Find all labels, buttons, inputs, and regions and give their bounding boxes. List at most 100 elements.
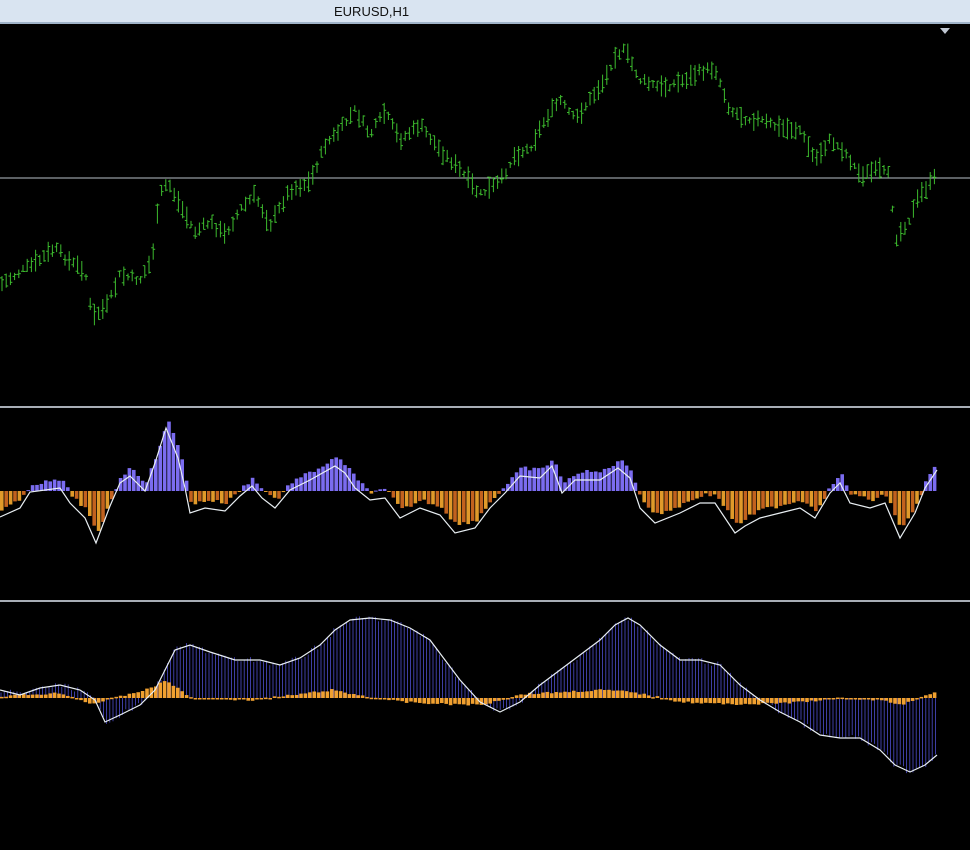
- indicator-1-histogram-bar: [576, 473, 580, 491]
- indicator-2-orange-bar: [541, 692, 545, 698]
- price-bar: [331, 127, 336, 142]
- indicator-2-orange-bar: [616, 690, 620, 698]
- indicator-2-orange-bar: [8, 695, 13, 698]
- indicator-1-histogram-bar: [677, 491, 682, 508]
- indicator-2-orange-bar: [347, 694, 352, 698]
- price-bar: [121, 266, 126, 286]
- price-bar: [403, 130, 408, 141]
- price-bar: [210, 214, 214, 230]
- price-bar: [508, 161, 513, 168]
- indicator-2-orange-bar: [352, 694, 356, 698]
- indicator-1-histogram-bar: [624, 465, 629, 491]
- indicator-2-orange-bar: [162, 681, 167, 698]
- indicator-2-orange-bar: [620, 690, 624, 698]
- indicator-2-orange-bar: [809, 698, 814, 701]
- indicator-2-orange-bar: [356, 695, 360, 698]
- indicator-1-histogram-bar: [492, 491, 497, 498]
- price-bar: [424, 126, 429, 138]
- price-bar: [760, 116, 765, 123]
- indicator-2-orange-bar: [827, 698, 831, 700]
- indicator-1-histogram-bar: [206, 491, 211, 501]
- indicator-2-orange-bar: [431, 698, 435, 704]
- indicator-2-orange-bar: [325, 691, 330, 698]
- price-bar: [772, 122, 777, 131]
- indicator-2-orange-bar: [435, 698, 440, 704]
- indicator-1-histogram-bar: [162, 431, 167, 491]
- indicator-2-orange-bar: [928, 694, 932, 698]
- indicator-2-orange-bar: [426, 698, 431, 705]
- price-bar: [176, 190, 181, 213]
- price-bar: [840, 142, 844, 162]
- indicator-1-histogram-bar: [338, 459, 343, 491]
- indicator-1-histogram-bar: [35, 484, 39, 491]
- indicator-2-orange-bar: [704, 698, 708, 703]
- indicator-2-orange-bar: [734, 698, 739, 705]
- indicator-1-histogram-bar: [717, 491, 721, 499]
- indicator-1-histogram-bar: [660, 491, 664, 515]
- indicator-2-orange-bar: [624, 691, 629, 698]
- price-bar: [54, 242, 59, 253]
- indicator-1-histogram-bar: [748, 491, 752, 515]
- indicator-panel-1[interactable]: [0, 421, 938, 545]
- indicator-panel-2[interactable]: [0, 616, 938, 774]
- price-bar: [71, 257, 76, 268]
- indicator-2-orange-bar: [488, 698, 492, 704]
- price-bar: [819, 142, 823, 164]
- indicator-1-histogram-bar: [897, 491, 902, 525]
- indicator-1-histogram-bar: [497, 491, 501, 494]
- indicator-1-histogram-bar: [272, 491, 277, 498]
- price-bar: [281, 196, 286, 213]
- indicator-2-orange-bar: [101, 698, 105, 702]
- price-bar: [407, 127, 412, 141]
- price-bar: [651, 79, 655, 88]
- indicator-2-orange-bar: [484, 698, 488, 705]
- indicator-2-orange-bar: [858, 698, 862, 700]
- price-bar: [449, 157, 454, 170]
- indicator-1-histogram-bar: [488, 491, 492, 503]
- price-bar: [256, 196, 261, 207]
- indicator-1-histogram-bar: [580, 472, 585, 491]
- indicator-2-orange-bar: [646, 695, 651, 698]
- indicator-1-histogram-bar: [466, 491, 470, 525]
- chart-canvas[interactable]: [0, 0, 970, 850]
- indicator-2-orange-bar: [501, 698, 506, 700]
- price-bar: [462, 170, 466, 179]
- indicator-2-orange-bar: [699, 698, 704, 704]
- price-bar: [873, 160, 878, 176]
- price-chart[interactable]: [0, 43, 970, 326]
- indicator-2-orange-bar: [470, 698, 475, 704]
- price-bar: [67, 251, 72, 271]
- indicator-1-histogram-bar: [532, 467, 536, 491]
- price-bar: [550, 98, 555, 118]
- price-bar: [747, 117, 752, 124]
- indicator-1-histogram-bar: [541, 467, 545, 491]
- indicator-2-orange-bar: [739, 698, 743, 705]
- price-bar: [189, 220, 193, 229]
- indicator-2-orange-bar: [844, 698, 849, 700]
- price-bar: [676, 71, 681, 93]
- price-bar: [352, 105, 357, 112]
- price-bar: [369, 128, 374, 138]
- indicator-1-histogram-bar: [519, 467, 523, 491]
- indicator-1-histogram-bar: [224, 491, 228, 505]
- price-bar: [50, 244, 55, 257]
- indicator-2-orange-bar: [550, 693, 554, 698]
- indicator-2-orange-bar: [220, 698, 224, 700]
- indicator-2-orange-bar: [48, 693, 52, 698]
- indicator-2-orange-bar: [409, 698, 413, 702]
- price-bar: [252, 184, 256, 203]
- price-bar: [634, 69, 639, 79]
- price-bar: [344, 118, 349, 126]
- price-bar: [243, 196, 248, 212]
- indicator-2-orange-bar: [651, 697, 655, 699]
- indicator-1-histogram-bar: [202, 491, 206, 502]
- indicator-1-histogram-bar: [233, 491, 237, 495]
- price-bar: [12, 272, 17, 281]
- indicator-2-orange-bar: [668, 698, 673, 701]
- price-bar: [701, 65, 706, 81]
- price-bar: [365, 125, 370, 138]
- indicator-2-orange-bar: [338, 691, 343, 698]
- indicator-1-histogram-bar: [721, 491, 726, 506]
- indicator-1-histogram-bar: [915, 491, 919, 504]
- indicator-2-orange-bar: [237, 698, 242, 700]
